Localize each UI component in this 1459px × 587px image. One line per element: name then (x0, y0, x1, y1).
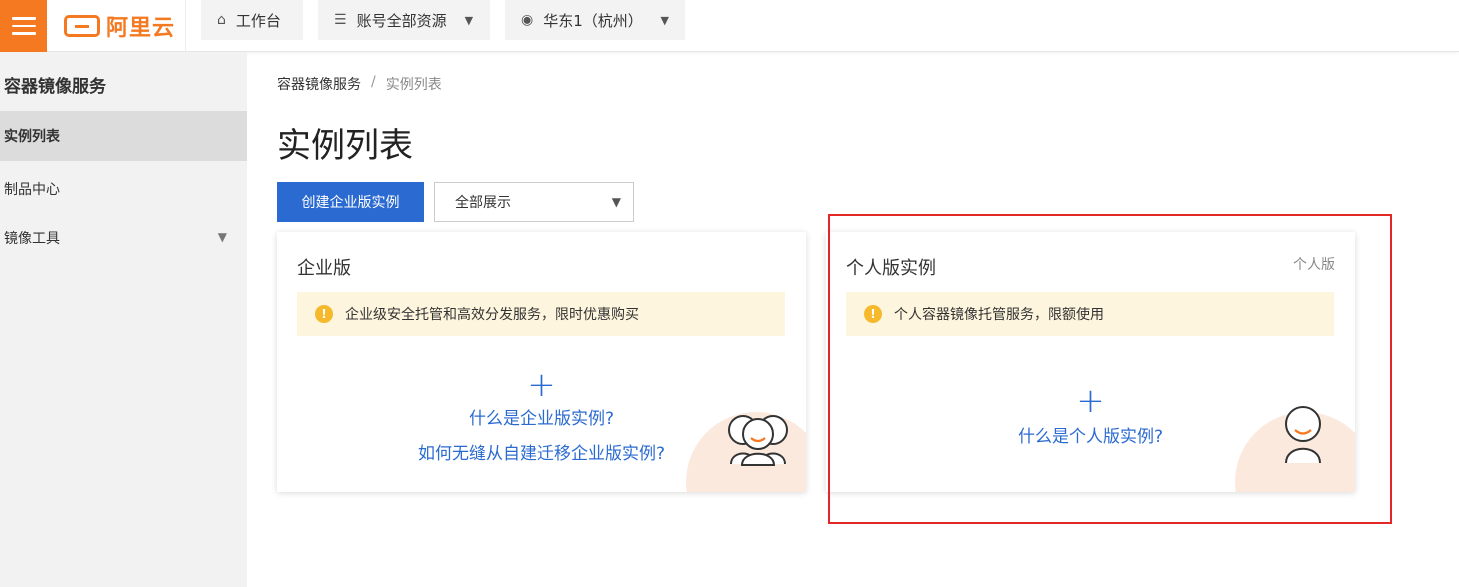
sidebar-item-artifact-center[interactable]: 制品中心 (0, 164, 247, 214)
breadcrumb-root[interactable]: 容器镜像服务 (277, 74, 361, 94)
group-users-icon (728, 415, 788, 466)
chevron-down-icon: ▼ (611, 195, 621, 209)
workbench-label: 工作台 (235, 11, 281, 30)
create-personal-plus-icon[interactable]: + (826, 384, 1355, 418)
personal-card: 个人版实例 个人版 ! 个人容器镜像托管服务，限额使用 + 什么是个人版实例? (826, 232, 1355, 492)
breadcrumb: 容器镜像服务 / 实例列表 (277, 74, 442, 94)
hamburger-icon (11, 17, 36, 20)
divider (185, 0, 186, 52)
chevron-down-icon: ▼ (464, 13, 474, 27)
location-pin-icon: ◉ (521, 12, 534, 28)
brand-name: 阿里云 (106, 16, 176, 41)
home-icon: ⌂ (217, 12, 226, 28)
personal-notice: ! 个人容器镜像托管服务，限额使用 (846, 292, 1334, 336)
sidebar-item-label: 制品中心 (4, 182, 60, 198)
sidebar-item-image-tools[interactable]: 镜像工具 ▼ (0, 213, 247, 263)
personal-card-tag: 个人版 (1293, 257, 1335, 273)
filter-value: 全部展示 (455, 195, 511, 211)
warning-icon: ! (315, 305, 333, 323)
single-user-icon (1285, 406, 1321, 464)
enterprise-notice-text: 企业级安全托管和高效分发服务，限时优惠购买 (345, 307, 639, 323)
sidebar: 容器镜像服务 实例列表 制品中心 镜像工具 ▼ (0, 52, 247, 587)
resource-selector[interactable]: ☰ 账号全部资源 ▼ (318, 0, 490, 40)
aliyun-logo[interactable]: 阿里云 (64, 12, 176, 41)
workbench-button[interactable]: ⌂ 工作台 (201, 0, 303, 40)
sidebar-item-instance-list[interactable]: 实例列表 (0, 111, 247, 161)
enterprise-notice: ! 企业级安全托管和高效分发服务，限时优惠购买 (297, 292, 785, 336)
region-selector[interactable]: ◉ 华东1（杭州） ▼ (505, 0, 685, 40)
sidebar-item-label: 实例列表 (4, 129, 60, 145)
personal-notice-text: 个人容器镜像托管服务，限额使用 (894, 307, 1104, 323)
resource-selector-label: 账号全部资源 (356, 11, 447, 30)
sidebar-item-label: 镜像工具 (4, 231, 60, 247)
enterprise-card-title: 企业版 (297, 258, 351, 279)
page-title: 实例列表 (277, 126, 413, 166)
instance-filter-select[interactable]: 全部展示 ▼ (434, 182, 634, 222)
warning-icon: ! (864, 305, 882, 323)
chevron-down-icon: ▼ (660, 13, 669, 27)
enterprise-card: 企业版 ! 企业级安全托管和高效分发服务，限时优惠购买 + 什么是企业版实例? … (277, 232, 806, 492)
create-enterprise-plus-icon[interactable]: + (277, 368, 806, 402)
sidebar-title: 容器镜像服务 (4, 77, 106, 97)
aliyun-logo-icon (64, 15, 100, 37)
create-enterprise-instance-button[interactable]: 创建企业版实例 (277, 182, 424, 222)
breadcrumb-current: 实例列表 (385, 77, 442, 93)
hamburger-menu-button[interactable] (0, 0, 47, 52)
region-selector-label: 华东1（杭州） (543, 11, 643, 30)
chevron-down-icon: ▼ (217, 230, 227, 244)
breadcrumb-separator: / (371, 74, 376, 90)
top-bar: 阿里云 ⌂ 工作台 ☰ 账号全部资源 ▼ ◉ 华东1（杭州） ▼ (0, 0, 1459, 52)
personal-card-title: 个人版实例 (846, 258, 936, 279)
stack-icon: ☰ (334, 12, 347, 28)
